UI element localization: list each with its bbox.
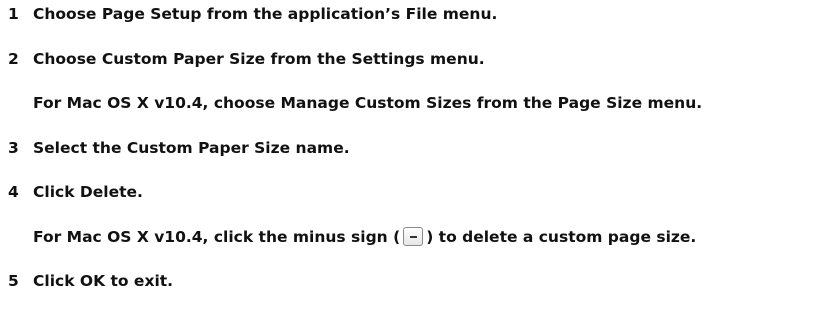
step-text: Choose Custom Paper Size from the Settin… [33, 50, 485, 68]
step-number: 2 [8, 50, 19, 68]
step-note: For Mac OS X v10.4, click the minus sign… [33, 226, 696, 248]
step-note-after: ) to delete a custom page size. [426, 228, 697, 246]
step-note-before: For Mac OS X v10.4, click the minus sign… [33, 228, 401, 246]
step-text: Choose Page Setup from the application’s… [33, 5, 498, 23]
instruction-document: 1 Choose Page Setup from the application… [0, 0, 839, 317]
step-number: 4 [8, 183, 19, 201]
step-number: 1 [8, 5, 19, 23]
step-text: Select the Custom Paper Size name. [33, 139, 350, 157]
step-note: For Mac OS X v10.4, choose Manage Custom… [33, 94, 703, 112]
step-number: 5 [8, 272, 19, 290]
step-number: 3 [8, 139, 19, 157]
step-text: Click OK to exit. [33, 272, 174, 290]
step-text: Click Delete. [33, 183, 143, 201]
minus-button-icon [403, 227, 424, 246]
